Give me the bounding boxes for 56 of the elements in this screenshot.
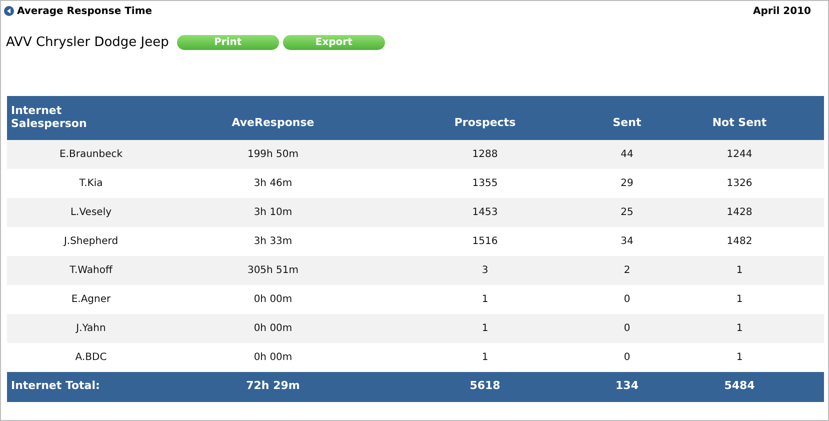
table-cell: 1482 [726, 236, 752, 246]
toolbar-button[interactable]: Print [176, 35, 279, 50]
table-cell: 0 [624, 294, 630, 304]
period-label: April 2010 [753, 4, 811, 18]
table-cell: 0h 00m [254, 294, 292, 304]
table-cell: 0 [624, 352, 630, 362]
table-cell: 44 [620, 148, 634, 160]
table-cell: T.Wahoff [70, 264, 112, 276]
table-cell: 1516 [472, 236, 498, 246]
column-header: Internet Salesperson [11, 104, 88, 130]
table-cell: 1453 [472, 206, 498, 218]
table-cell: 0h 00m [254, 352, 292, 362]
table-cell: 1 [736, 322, 743, 334]
table-cell: 2 [624, 264, 630, 276]
table-cell: 1 [482, 294, 488, 304]
table-cell: 1355 [472, 178, 498, 188]
table-cell: 3 [482, 264, 488, 276]
table-cell: E.Braunbeck [59, 148, 123, 160]
table-cell: 1288 [472, 148, 498, 160]
toolbar-button[interactable]: Export [282, 35, 385, 50]
dealer-name: AVV Chrysler Dodge Jeep [6, 34, 169, 52]
total-value: 5484 [724, 379, 755, 392]
table-cell: 1428 [726, 206, 752, 218]
table-cell: T.Kia [79, 178, 103, 188]
table-cell: 25 [620, 206, 634, 218]
column-header: Prospects [454, 116, 516, 130]
table-cell: 1326 [726, 178, 752, 188]
table-cell: 1 [482, 352, 488, 362]
total-value: 134 [616, 379, 638, 392]
table-cell: 305h 51m [247, 264, 299, 276]
table-cell: 0 [624, 322, 630, 334]
column-header: AveResponse [232, 116, 314, 130]
total-value: 72h 29m [246, 379, 300, 392]
total-value: 5618 [470, 379, 500, 392]
table-cell: 0h 00m [254, 322, 292, 334]
column-header: Sent [612, 116, 642, 130]
table-cell: 29 [620, 178, 634, 188]
table-cell: 3h 33m [254, 236, 292, 246]
report-title: Average Response Time [17, 4, 152, 18]
table-cell: 3h 10m [254, 206, 292, 218]
table-cell: E.Agner [71, 294, 111, 304]
column-header: Not Sent [712, 116, 767, 130]
back-icon[interactable] [4, 6, 14, 16]
table-cell: 34 [620, 236, 634, 246]
table-cell: 1244 [726, 148, 752, 160]
table-cell: 199h 50m [247, 148, 299, 160]
table-cell: 1 [736, 264, 743, 276]
total-label: Internet Total: [11, 379, 100, 392]
table-cell: L.Vesely [70, 206, 112, 218]
table-cell: A.BDC [75, 352, 107, 362]
table-cell: 1 [736, 352, 743, 362]
table-cell: 1 [482, 322, 488, 334]
table-cell: 3h 46m [254, 178, 292, 188]
table-cell: J.Shepherd [64, 236, 118, 246]
table-cell: J.Yahn [76, 322, 106, 334]
table-cell: 1 [736, 294, 743, 304]
